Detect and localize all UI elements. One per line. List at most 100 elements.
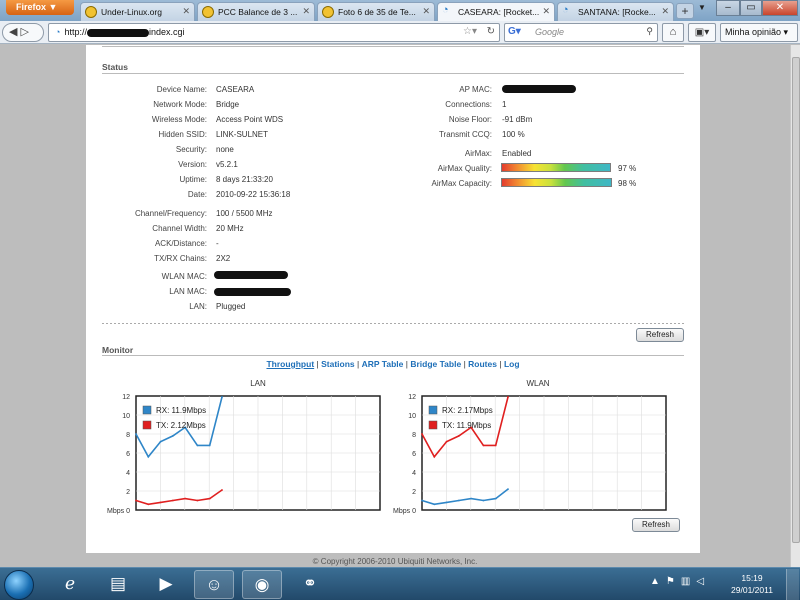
firefox-icon[interactable]: ◉ bbox=[242, 570, 282, 599]
back-arrow-icon[interactable]: ◀ bbox=[9, 26, 17, 38]
messenger-icon[interactable]: ☺ bbox=[194, 570, 234, 599]
media-player-icon[interactable]: ▶ bbox=[146, 570, 186, 599]
forward-arrow-icon[interactable]: ▷ bbox=[21, 26, 29, 38]
airmax-quality-label: AirMax Quality: bbox=[437, 164, 492, 173]
data-point bbox=[482, 499, 485, 502]
y-tick-label: 12 bbox=[122, 394, 130, 401]
close-window-button[interactable]: ✕ bbox=[762, 0, 798, 16]
show-desktop-button[interactable] bbox=[786, 569, 799, 600]
navigation-bar: ◀ ▷ ◔ http:// index.cgi ☆▾ ↻ G▾ Google ⚲ ⌂… bbox=[0, 21, 800, 44]
monitor-section-title: Monitor bbox=[102, 345, 134, 355]
bookmarks-button[interactable]: ▣▾ bbox=[688, 23, 716, 42]
data-point bbox=[208, 444, 211, 447]
redacted-wlan-mac bbox=[214, 271, 288, 279]
close-icon[interactable]: ✕ bbox=[302, 6, 310, 17]
data-point bbox=[494, 497, 497, 500]
back-forward-buttons[interactable]: ◀ ▷ bbox=[2, 23, 44, 42]
y-tick-label: 2 bbox=[412, 489, 416, 496]
feedback-button[interactable]: Minha opinião ▾ bbox=[720, 23, 798, 42]
search-input[interactable]: G▾ Google ⚲ bbox=[504, 23, 658, 42]
tx-rx-chains-value: 2X2 bbox=[216, 254, 231, 263]
wlan-mac-label: WLAN MAC: bbox=[161, 272, 207, 281]
internet-explorer-icon[interactable]: ℯ bbox=[50, 570, 90, 599]
start-button[interactable] bbox=[4, 570, 34, 600]
tab-title: Under-Linux.org bbox=[101, 7, 162, 17]
file-explorer-icon[interactable]: ▤ bbox=[98, 570, 138, 599]
close-icon[interactable]: ✕ bbox=[542, 6, 550, 17]
tab-under-linux[interactable]: Under-Linux.org ✕ bbox=[80, 2, 195, 21]
minimize-button[interactable]: – bbox=[716, 0, 740, 16]
y-tick-label: 4 bbox=[126, 470, 130, 477]
hidden-ssid-value: LINK-SULNET bbox=[216, 130, 269, 139]
monitor-refresh-button[interactable]: Refresh bbox=[632, 518, 680, 532]
airmax-value: Enabled bbox=[502, 149, 532, 158]
reload-icon[interactable]: ↻ bbox=[487, 26, 495, 37]
google-icon[interactable]: G▾ bbox=[508, 26, 521, 37]
tab-title: SANTANA: [Rocke... bbox=[578, 7, 656, 17]
y-tick-label: 6 bbox=[126, 451, 130, 458]
system-tray[interactable]: ▲⚑▥◁ bbox=[650, 576, 710, 587]
data-point bbox=[196, 499, 199, 502]
maximize-button[interactable]: ▭ bbox=[740, 0, 762, 16]
wireless-mode-value: Access Point WDS bbox=[216, 115, 284, 124]
status-refresh-button[interactable]: Refresh bbox=[636, 328, 684, 342]
bookmark-star-icon[interactable]: ☆▾ bbox=[463, 26, 477, 37]
y-tick-label: 6 bbox=[412, 451, 416, 458]
tab-title: CASEARA: [Rocket... bbox=[458, 7, 540, 17]
y-tick-label: 10 bbox=[408, 413, 416, 420]
vertical-scrollbar[interactable] bbox=[790, 45, 800, 567]
link-routes[interactable]: Routes bbox=[468, 359, 497, 369]
copyright-footer: © Copyright 2006-2010 Ubiquiti Networks,… bbox=[312, 557, 478, 566]
data-point bbox=[171, 499, 174, 502]
close-icon[interactable]: ✕ bbox=[422, 6, 430, 17]
tab-foto[interactable]: Foto 6 de 35 de Te... ✕ bbox=[317, 2, 435, 21]
scrollbar-thumb[interactable] bbox=[792, 57, 800, 543]
flag-icon[interactable]: ⚑ bbox=[666, 576, 681, 587]
hidden-ssid-label: Hidden SSID: bbox=[158, 130, 207, 139]
divider bbox=[102, 46, 684, 47]
tab-list-dropdown-icon[interactable]: ▼ bbox=[698, 3, 706, 12]
tab-santana[interactable]: ◔ SANTANA: [Rocke... ✕ bbox=[557, 2, 674, 21]
new-tab-button[interactable]: + bbox=[676, 3, 694, 19]
network-icon[interactable]: ▥ bbox=[681, 576, 696, 587]
channel-frequency-label: Channel/Frequency: bbox=[134, 209, 207, 218]
tab-caseara[interactable]: ◔ CASEARA: [Rocket... ✕ bbox=[437, 2, 555, 21]
close-icon[interactable]: ✕ bbox=[661, 6, 669, 17]
bookmarks-icon: ▣▾ bbox=[694, 27, 710, 38]
link-arp-table[interactable]: ARP Table bbox=[362, 359, 404, 369]
y-tick-label: Mbps 0 bbox=[393, 508, 416, 515]
page-viewport: Status Device Name: CASEARA Network Mode… bbox=[0, 45, 790, 567]
firefox-menu-button[interactable]: Firefox ▼ bbox=[6, 0, 74, 15]
transmit-ccq-label: Transmit CCQ: bbox=[438, 130, 492, 139]
link-bridge-table[interactable]: Bridge Table bbox=[410, 359, 461, 369]
home-button[interactable]: ⌂ bbox=[662, 23, 684, 42]
link-separator: | bbox=[357, 359, 360, 369]
search-icon[interactable]: ⚲ bbox=[646, 26, 653, 37]
data-point bbox=[445, 501, 448, 504]
link-throughput[interactable]: Throughput bbox=[266, 359, 314, 369]
link-stations[interactable]: Stations bbox=[321, 359, 355, 369]
tray-expand-icon[interactable]: ▲ bbox=[650, 576, 666, 587]
airmax-capacity-label: AirMax Capacity: bbox=[431, 179, 492, 188]
lan-value: Plugged bbox=[216, 302, 246, 311]
y-tick-label: 2 bbox=[126, 489, 130, 496]
y-tick-label: 10 bbox=[122, 413, 130, 420]
network-app-icon[interactable]: ⚭ bbox=[290, 570, 330, 599]
network-mode-label: Network Mode: bbox=[153, 100, 207, 109]
link-log[interactable]: Log bbox=[504, 359, 520, 369]
wifi-icon: ◔ bbox=[562, 4, 569, 16]
system-clock[interactable]: 15:19 29/01/2011 bbox=[722, 572, 782, 596]
tab-pcc[interactable]: PCC Balance de 3 ... ✕ bbox=[197, 2, 315, 21]
browser-tab-bar: Firefox ▼ Under-Linux.org ✕ PCC Balance d… bbox=[0, 0, 800, 21]
ack-distance-label: ACK/Distance: bbox=[154, 239, 207, 248]
airmax-capacity-value: 98 % bbox=[618, 179, 637, 188]
y-tick-label: 12 bbox=[408, 394, 416, 401]
airmax-label: AirMax: bbox=[464, 149, 492, 158]
data-point bbox=[421, 433, 423, 435]
url-bar[interactable]: ◔ http:// index.cgi ☆▾ ↻ bbox=[48, 23, 500, 42]
redacted-lan-mac bbox=[214, 288, 291, 296]
volume-icon[interactable]: ◁ bbox=[696, 576, 710, 587]
close-icon[interactable]: ✕ bbox=[182, 6, 190, 17]
monitor-links: Throughput | Stations | ARP Table | Brid… bbox=[86, 359, 700, 369]
data-point bbox=[433, 503, 436, 506]
